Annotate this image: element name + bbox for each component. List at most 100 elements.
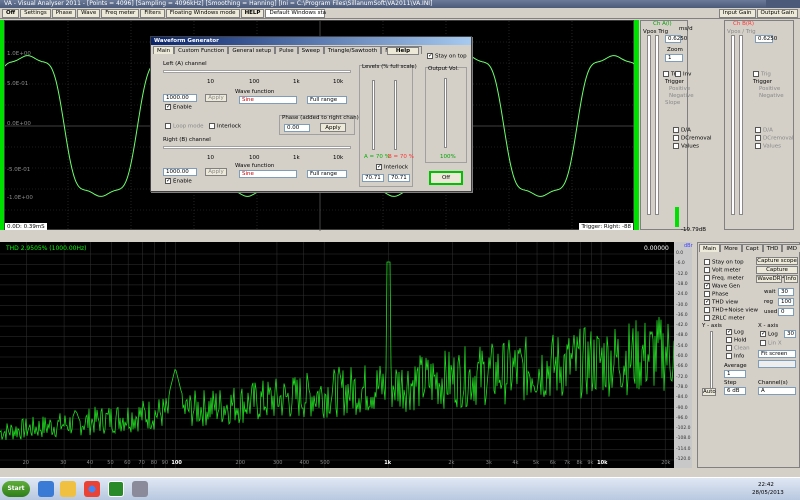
phase-field[interactable]: 0.00 [284,124,310,132]
trig-slider[interactable] [655,35,659,215]
level-b-slider[interactable] [394,80,397,150]
dialog-help-button[interactable]: Help [387,47,419,55]
side-check-6[interactable]: THD+Noise view [704,307,758,314]
checkbox-icon[interactable] [704,267,710,273]
channel-a-value[interactable]: 0.6250 [665,35,687,43]
tab-imd[interactable]: IMD [782,244,800,252]
app-icon[interactable] [132,481,148,497]
y-log-check[interactable]: Log [726,328,744,336]
inv-check[interactable]: Inv [675,71,691,78]
dcremoval-check[interactable]: DCremoval [673,135,711,142]
phase-button[interactable]: Phase [51,9,77,18]
ie-icon[interactable] [38,481,54,497]
capture-scope-button[interactable]: Capture scope [756,257,798,265]
right-freq-slider[interactable] [163,146,351,149]
right-frequency-field[interactable]: 1000.00 [163,168,197,176]
interlock-check[interactable]: Interlock [209,123,241,130]
stay-on-top-check[interactable]: Stay on top [427,52,467,60]
y-axis-slider[interactable] [710,331,713,391]
side-check-2[interactable]: Freq. meter [704,275,744,282]
side-check-5[interactable]: THD view [704,298,738,306]
wavedr-button[interactable]: WaveDR [756,275,782,283]
zoom-field[interactable]: 1 [665,54,683,62]
path-select[interactable]: Default Windows sta [265,9,326,18]
loop-mode-check[interactable]: Loop mode [165,123,204,130]
wave-button[interactable]: Wave [77,9,101,18]
right-wave-select[interactable]: Sine [239,170,297,178]
level-a-slider[interactable] [372,80,375,150]
input-gain-button[interactable]: Input Gain [718,9,756,18]
step-field[interactable]: 6 dB [724,387,746,395]
side-check-4[interactable]: Phase [704,291,728,298]
tab-thd[interactable]: THD [762,244,783,252]
folder-icon[interactable] [60,481,76,497]
tab-custom-function[interactable]: Custom Function [174,46,229,54]
checkbox-icon[interactable] [704,282,710,289]
floating-windows-button[interactable]: Floating Windows mode [165,9,240,18]
channel-b-positive[interactable]: Positive [759,86,780,92]
tab-triangle-sawtooth[interactable]: Triangle/Sawtooth [323,46,382,54]
channel-b-negative[interactable]: Negative [759,93,784,99]
channel-b-dcremoval[interactable]: DCremoval [755,135,793,142]
average-field[interactable]: 1 [724,370,746,378]
visual-analyser-icon[interactable] [108,481,124,497]
side-check-7[interactable]: ZRLC meter [704,315,745,322]
side-check-3[interactable]: Wave Gen [704,282,740,290]
negative-radio[interactable]: Negative [669,93,694,99]
level-b-field[interactable]: 70.71 [388,174,410,182]
reg-field[interactable]: 100 [778,298,794,306]
tab-main[interactable]: Main [153,46,175,54]
help-button[interactable]: HELP [240,9,265,18]
phase-apply-button[interactable]: Apply [320,123,346,132]
used-field[interactable]: 0 [778,308,794,316]
right-range-select[interactable]: Full range [307,170,347,178]
positive-radio[interactable]: Positive [669,86,690,92]
tab-capt[interactable]: Capt [741,244,763,252]
filters-button[interactable]: Filters [140,9,165,18]
trig-b-slider[interactable] [739,35,743,215]
da-check[interactable]: D/A [673,127,691,134]
tab-general-setup[interactable]: General setup [228,46,276,54]
checkbox-icon[interactable] [704,298,710,305]
left-wave-select[interactable]: Sine [239,96,297,104]
wait-field[interactable]: 30 [778,288,794,296]
x-select-2[interactable] [758,360,796,368]
level-a-field[interactable]: 70.71 [362,174,384,182]
checkbox-icon[interactable] [704,259,710,265]
window-controls[interactable] [766,0,800,8]
vpos-b-slider[interactable] [731,35,735,215]
auto-button[interactable]: Auto [702,388,716,396]
left-frequency-field[interactable]: 1000.00 [163,94,197,102]
start-button[interactable]: Start [2,481,30,497]
x-log-check[interactable]: Log [760,330,778,338]
checkbox-icon[interactable] [704,275,710,281]
settings-button[interactable]: Settings [20,9,51,18]
freq-meter-button[interactable]: Freq meter [101,9,140,18]
checkbox-icon[interactable] [704,315,710,321]
x-axis-field[interactable]: 30 [784,330,796,338]
side-check-0[interactable]: Stay on top [704,259,744,266]
capture-spectrum-button[interactable]: Capture spectrum [756,266,798,280]
tab-sweep[interactable]: Sweep [297,46,324,54]
checkbox-icon[interactable] [704,307,710,313]
fit-screen-select[interactable]: Fit screen [758,350,796,358]
values-check[interactable]: Values [673,143,699,150]
side-check-1[interactable]: Volt meter [704,267,741,274]
channel-b-trig-check[interactable]: Trig [753,71,771,78]
levels-interlock-check[interactable]: Interlock [376,163,408,171]
tab-pulse[interactable]: Pulse [275,46,298,54]
generator-onoff-button[interactable]: Off [429,171,463,185]
channel-select[interactable]: A [758,387,796,395]
left-apply-button[interactable]: Apply [205,94,227,102]
left-freq-slider[interactable] [163,70,351,73]
output-vol-slider[interactable] [444,78,447,148]
channel-b-da[interactable]: D/A [755,127,773,134]
output-gain-button[interactable]: Output Gain [756,9,798,18]
tab-main[interactable]: Main [699,244,721,252]
clean-check[interactable]: Clean [726,345,750,352]
info-button[interactable]: Info [784,275,798,283]
chrome-icon[interactable] [84,481,100,497]
left-range-select[interactable]: Full range [307,96,347,104]
lin-x-check[interactable]: Lin X [760,340,782,347]
left-enable-check[interactable]: Enable [165,103,192,111]
